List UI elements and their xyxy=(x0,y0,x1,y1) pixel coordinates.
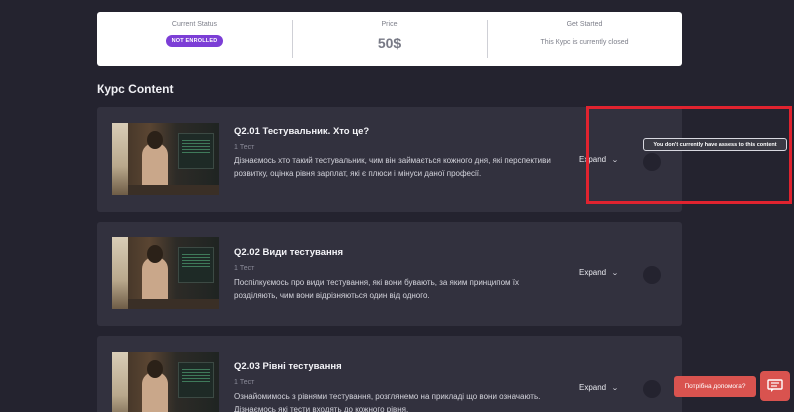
chevron-down-icon: ⌄ xyxy=(611,269,619,277)
lesson-status-indicator[interactable] xyxy=(643,266,661,284)
lesson-card[interactable]: Q2.02 Види тестування 1 Тест Поспілкуємо… xyxy=(97,222,682,326)
help-bubble[interactable]: Потрібна допомога? xyxy=(674,376,756,397)
status-badge: NOT ENROLLED xyxy=(165,35,224,47)
expand-label: Expand xyxy=(579,383,607,392)
lesson-description: Ознайомимось з рівнями тестування, розгл… xyxy=(234,392,541,412)
chat-button[interactable] xyxy=(760,371,790,401)
course-status-card: Current Status NOT ENROLLED Price 50$ Ge… xyxy=(97,12,682,66)
expand-label: Expand xyxy=(579,268,607,277)
lesson-description: Поспілкуємось про види тестування, які в… xyxy=(234,278,519,300)
expand-button[interactable]: Expand ⌄ xyxy=(579,268,619,277)
course-closed-text: This Курс is currently closed xyxy=(540,39,629,46)
price-value: 50$ xyxy=(377,35,402,51)
current-status-label: Current Status xyxy=(171,21,218,28)
lesson-title[interactable]: Q2.03 Рівні тестування xyxy=(234,361,342,372)
highlight-annotation xyxy=(586,106,792,204)
lesson-meta: 1 Тест xyxy=(234,265,255,272)
current-status-column: Current Status NOT ENROLLED xyxy=(97,12,292,66)
chat-icon xyxy=(767,379,783,392)
lesson-thumbnail xyxy=(112,237,219,309)
price-label: Price xyxy=(381,21,398,28)
price-column: Price 50$ xyxy=(292,12,487,66)
get-started-label: Get Started xyxy=(566,21,603,28)
lesson-thumbnail xyxy=(112,352,219,412)
section-title: Курс Content xyxy=(97,82,174,96)
lesson-meta: 1 Тест xyxy=(234,379,255,386)
lesson-title[interactable]: Q2.01 Тестувальник. Хто це? xyxy=(234,126,369,137)
lesson-description: Дізнаємось хто такий тестувальник, чим в… xyxy=(234,156,551,178)
expand-button[interactable]: Expand ⌄ xyxy=(579,383,619,392)
lesson-thumbnail xyxy=(112,123,219,195)
access-tooltip: You don't currently have assess to this … xyxy=(643,138,787,151)
lesson-title[interactable]: Q2.02 Види тестування xyxy=(234,247,343,258)
lesson-status-indicator[interactable] xyxy=(643,380,661,398)
get-started-column: Get Started This Курс is currently close… xyxy=(487,12,682,66)
chevron-down-icon: ⌄ xyxy=(611,384,619,392)
lesson-card[interactable]: Q2.03 Рівні тестування 1 Тест Ознайомимо… xyxy=(97,336,682,412)
lesson-meta: 1 Тест xyxy=(234,144,255,151)
